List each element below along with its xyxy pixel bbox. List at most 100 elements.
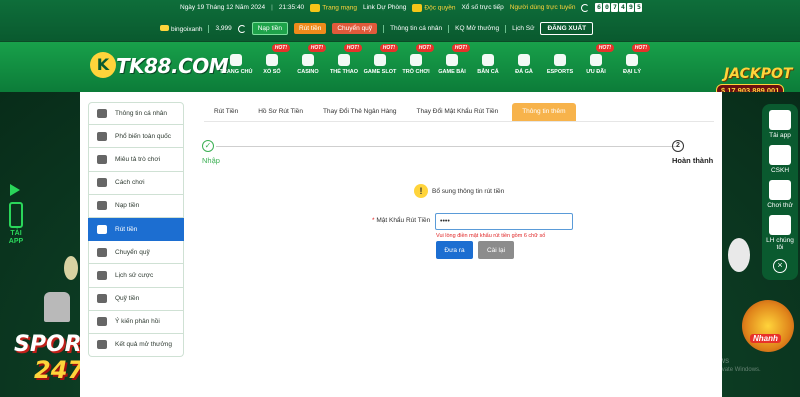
crown-icon (412, 3, 423, 12)
deposit-icon (97, 201, 107, 211)
hot-badge: HOT! (451, 44, 470, 52)
tab-more-info[interactable]: Thông tin thêm (512, 103, 576, 121)
download-app-button[interactable]: Tải app (762, 110, 798, 139)
sidebar-item-withdraw[interactable]: Rút tiền (88, 217, 184, 242)
logout-button[interactable]: ĐĂNG XUẤT (540, 22, 594, 35)
gift-icon (590, 54, 602, 66)
sidebar-item-funds[interactable]: Quỹ tiền (88, 287, 184, 311)
lucky-wheel-promo[interactable]: Nhanh (742, 300, 794, 352)
nav-da-ga[interactable]: ĐÁ GÀ (506, 50, 542, 84)
reset-button[interactable]: Cài lại (478, 241, 514, 259)
hot-badge: HOT! (343, 44, 362, 52)
nav-the-thao[interactable]: HOT! THỂ THAO (326, 44, 362, 84)
contact-button[interactable]: LH chúng tôi (762, 215, 798, 251)
tab-change-withdraw-password[interactable]: Thay Đổi Mật Khẩu Rút Tiền (407, 103, 509, 121)
tab-withdraw-history[interactable]: Hồ Sơ Rút Tiền (248, 103, 313, 121)
withdraw-password-input[interactable] (435, 213, 573, 230)
history-link[interactable]: Lịch Sử (512, 25, 534, 32)
soccer-ball-icon (338, 54, 350, 66)
withdraw-button[interactable]: Rút tiền (293, 23, 327, 34)
phone-icon (769, 215, 791, 235)
nav-uu-dai[interactable]: HOT! ƯU ĐÃI (578, 44, 614, 84)
refresh-icon[interactable] (581, 3, 590, 12)
warning-icon: ! (414, 184, 428, 198)
step-2-label: Hoàn thành (672, 156, 714, 165)
share-icon (97, 131, 107, 141)
sidebar-item-profile[interactable]: Thông tin cá nhân (88, 102, 184, 126)
headset-icon (769, 145, 791, 165)
bank-icon (97, 224, 107, 234)
link-xo-so-truc-tiep[interactable]: Xổ số trực tiếp (461, 4, 503, 11)
nav-xo-so[interactable]: HOT! XỔ SỐ (254, 44, 290, 84)
globe-icon (310, 3, 321, 12)
logo[interactable]: K TK88.COM (90, 50, 229, 82)
download-app-label: TẢI APP (8, 230, 24, 245)
football-image (64, 256, 78, 280)
logo-text: TK88.COM (116, 54, 229, 78)
home-icon (230, 54, 242, 66)
step-1-label: Nhập (202, 156, 220, 165)
step-2-indicator: 2 (672, 140, 684, 152)
esports-icon (554, 54, 566, 66)
date-text: Ngày 19 Tháng 12 Năm 2024 (180, 4, 266, 11)
cards-icon (446, 54, 458, 66)
nav-ban-ca[interactable]: BẮN CÁ (470, 50, 506, 84)
deposit-button[interactable]: Nạp tiền (251, 22, 288, 35)
sidebar-item-feedback[interactable]: Ý kiến phản hồi (88, 310, 184, 334)
sidebar-item-results[interactable]: Kết quả mở thưởng (88, 333, 184, 358)
info-icon (97, 178, 107, 188)
main-nav: K TK88.COM TRANG CHỦ HOT! XỔ SỐ HOT! CASIN… (0, 42, 800, 97)
play-icon (10, 184, 20, 196)
watermark-line-1: Activate Windows (666, 356, 730, 365)
id-card-icon (97, 109, 107, 119)
windows-activation-watermark: Activate Windows Go to Settings to activ… (666, 356, 761, 373)
joystick-icon (410, 54, 422, 66)
casino-icon (302, 54, 314, 66)
hot-badge: HOT! (271, 44, 290, 52)
fish-icon (482, 54, 494, 66)
top-info-row: Ngày 19 Tháng 12 Năm 2024 | 21:35:40 Tra… (180, 3, 643, 12)
online-counter: 6 0 7 4 9 5 (595, 3, 643, 12)
gamepad-icon (769, 180, 791, 200)
submit-button[interactable]: Đưa ra (436, 241, 473, 259)
link-doc-quyen[interactable]: Độc quyền (412, 3, 455, 12)
hot-badge: HOT! (631, 44, 650, 52)
nav-esports[interactable]: ESPORTS (542, 50, 578, 84)
sidebar-item-game-description[interactable]: Miêu tả trò chơi (88, 148, 184, 172)
nav-items: TRANG CHỦ HOT! XỔ SỐ HOT! CASINO HOT! THỂ T… (218, 44, 650, 84)
chat-icon (97, 317, 107, 327)
sidebar-item-referral[interactable]: Phổ biến toàn quốc (88, 125, 184, 149)
nav-game-slot[interactable]: HOT! GAME SLOT (362, 44, 398, 84)
slot-machine-icon (374, 54, 386, 66)
demo-button[interactable]: Chơi thử (762, 180, 798, 209)
sidebar-item-how-to-play[interactable]: Cách chơi (88, 171, 184, 195)
support-button[interactable]: CSKH (762, 145, 798, 174)
link-du-phong[interactable]: Link Dự Phòng (363, 4, 406, 11)
nav-game-bai[interactable]: HOT! GAME BÀI (434, 44, 470, 84)
password-label: * Mật Khẩu Rút Tiền (372, 217, 431, 224)
link-trang-mang[interactable]: Trang mạng (310, 3, 357, 12)
transfer-button[interactable]: Chuyển quỹ (332, 23, 378, 34)
check-icon: ✓ (202, 140, 214, 152)
lottery-icon (266, 54, 278, 66)
sidebar-item-transfer[interactable]: Chuyển quỹ (88, 241, 184, 265)
hot-badge: HOT! (379, 44, 398, 52)
results-link[interactable]: KQ Mở thưởng (455, 25, 499, 32)
tab-withdraw[interactable]: Rút Tiền (204, 103, 248, 121)
time-text: 21:35:40 (278, 4, 305, 11)
sport-number: 247 (34, 356, 85, 384)
hot-badge: HOT! (415, 44, 434, 52)
nav-trang-chu[interactable]: TRANG CHỦ (218, 50, 254, 84)
download-app-side[interactable]: TẢI APP (4, 180, 28, 260)
profile-link[interactable]: Thông tin cá nhân (390, 25, 442, 32)
sidebar-item-bet-history[interactable]: Lịch sử cược (88, 264, 184, 288)
user-icon (160, 24, 169, 31)
nav-tro-choi[interactable]: HOT! TRÒ CHƠI (398, 44, 434, 84)
close-icon[interactable]: × (773, 259, 787, 273)
account-panel: Thông tin cá nhân Phổ biến toàn quốc Miê… (80, 92, 722, 397)
nav-dai-ly[interactable]: HOT! ĐẠI LÝ (614, 44, 650, 84)
refresh-balance-icon[interactable] (237, 24, 246, 33)
tab-change-bank-card[interactable]: Thay Đổi Thẻ Ngân Hàng (313, 103, 407, 121)
sidebar-item-deposit[interactable]: Nạp tiền (88, 194, 184, 218)
nav-casino[interactable]: HOT! CASINO (290, 44, 326, 84)
